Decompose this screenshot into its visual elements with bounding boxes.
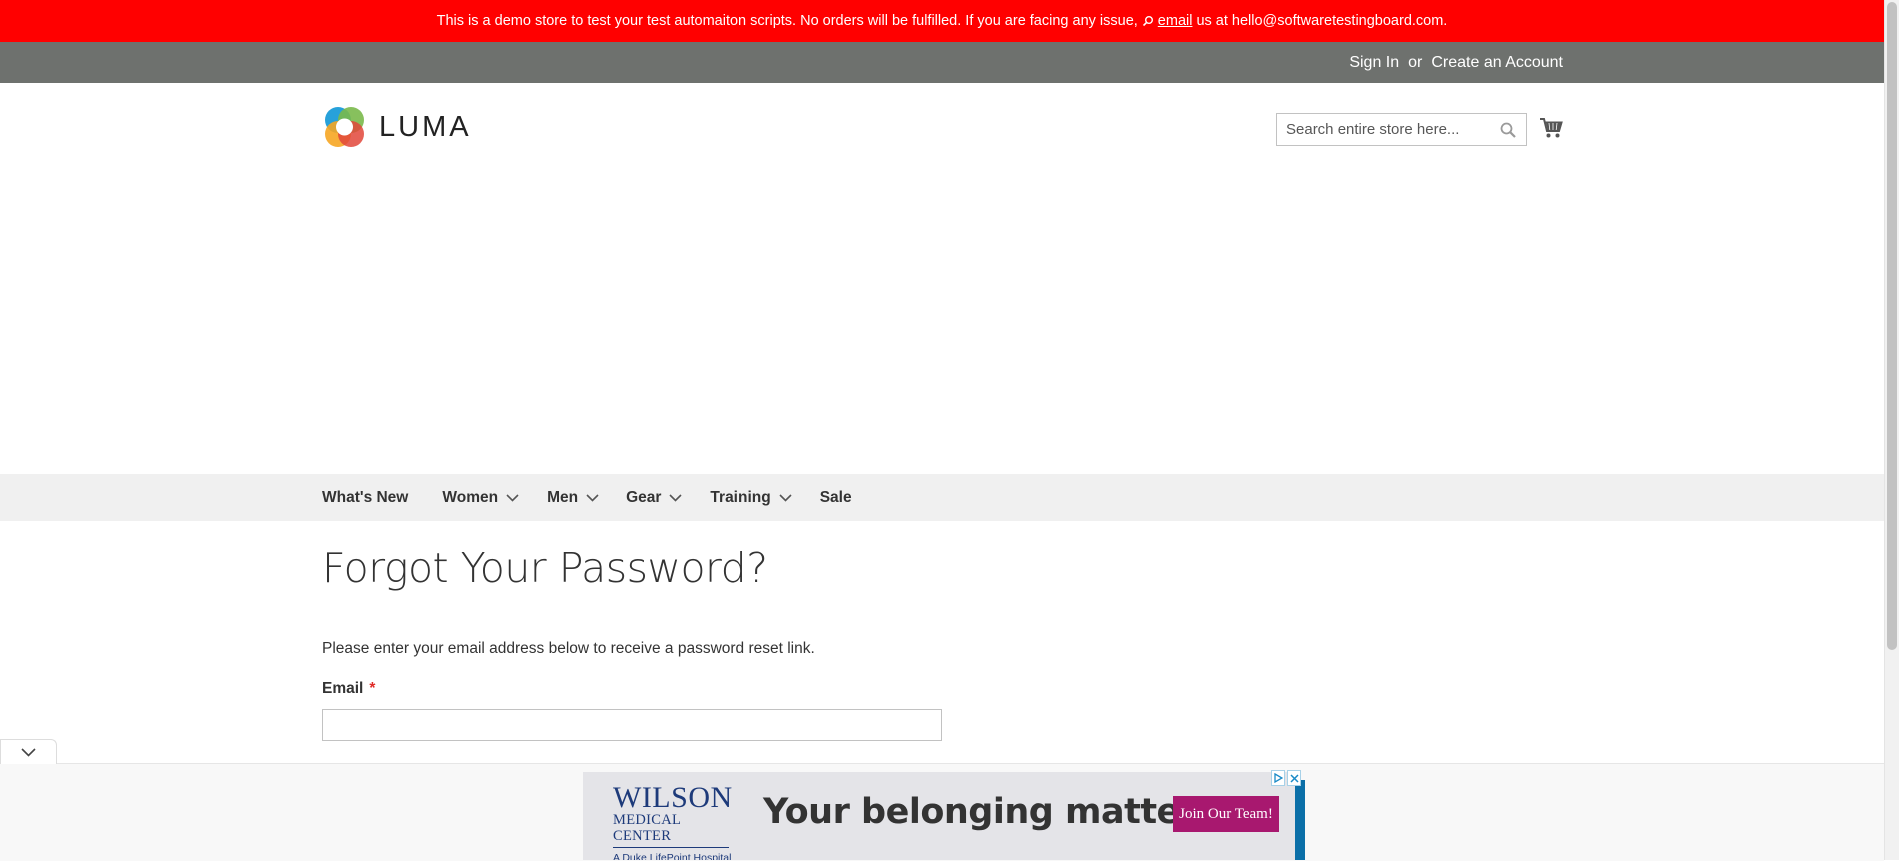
site-logo[interactable]: LUMA	[322, 105, 472, 150]
chevron-down-icon	[669, 493, 682, 502]
cart-icon[interactable]	[1539, 117, 1563, 139]
nav-item-sale[interactable]: Sale	[820, 489, 852, 507]
create-account-link[interactable]: Create an Account	[1431, 54, 1563, 72]
page-description: Please enter your email address below to…	[322, 640, 815, 657]
notice-text-after: us at hello@softwaretestingboard.com.	[1196, 13, 1448, 29]
main-navigation: What's New Women Men Gear Training Sale	[0, 474, 1884, 521]
forgot-password-form: Forgot Your Password? Please enter your …	[322, 540, 942, 741]
ad-choices-icon[interactable]	[1271, 770, 1285, 786]
ad-banner[interactable]: WILSON MEDICAL CENTER A Duke LifePoint H…	[583, 772, 1295, 860]
notice-text-before: This is a demo store to test your test a…	[436, 13, 1138, 29]
luma-logo-icon	[325, 107, 364, 147]
top-links-bar: Sign In or Create an Account	[0, 42, 1884, 83]
nav-item-training[interactable]: Training	[710, 488, 792, 507]
nav-item-men[interactable]: Men	[547, 489, 599, 507]
nav-item-gear[interactable]: Gear	[626, 489, 682, 507]
site-header: LUMA	[0, 83, 1884, 474]
sign-in-link[interactable]: Sign In	[1349, 54, 1399, 72]
ad-cta-button[interactable]: Join Our Team!	[1173, 796, 1279, 832]
ad-brand-line1: WILSON	[613, 781, 733, 814]
logo-wordmark: LUMA	[379, 111, 472, 143]
chevron-down-icon	[21, 748, 36, 757]
chevron-down-icon	[586, 493, 599, 502]
page-scrollbar[interactable]	[1884, 0, 1899, 860]
email-label: Email *	[322, 680, 942, 698]
email-field[interactable]	[322, 709, 942, 741]
ad-brand-line2: MEDICAL CENTER	[613, 812, 681, 844]
top-links-separator: or	[1408, 53, 1423, 71]
nav-label: Sale	[819, 488, 852, 506]
magnifier-icon	[1142, 16, 1153, 27]
email-label-text: Email	[322, 680, 364, 697]
search-box	[1276, 113, 1527, 146]
nav-label: Training	[710, 488, 771, 506]
chevron-down-icon	[506, 493, 519, 502]
ad-brand-line3: A Duke LifePoint Hospital	[613, 852, 732, 860]
search-icon[interactable]	[1500, 122, 1516, 138]
required-mark: *	[369, 680, 376, 697]
nav-label: Women	[442, 488, 499, 506]
ad-headline: Your belonging matters.	[763, 792, 1230, 832]
nav-item-whats-new[interactable]: What's New	[322, 489, 408, 507]
nav-label: What's New	[322, 488, 409, 506]
ad-controls	[1271, 770, 1301, 786]
ad-brand-divider	[613, 847, 729, 848]
demo-notice-bar: This is a demo store to test your test a…	[0, 0, 1884, 42]
notice-email-link[interactable]: email	[1158, 13, 1193, 29]
search-input[interactable]	[1277, 114, 1496, 145]
close-icon[interactable]	[1287, 770, 1301, 786]
ad-brand-logo: WILSON MEDICAL CENTER A Duke LifePoint H…	[613, 781, 733, 860]
chevron-down-icon	[779, 493, 792, 502]
ad-collapse-button[interactable]	[0, 739, 57, 764]
page-title: Forgot Your Password?	[322, 544, 768, 592]
nav-label: Gear	[626, 488, 662, 506]
ad-accent-stripe	[1295, 780, 1305, 860]
scrollbar-thumb[interactable]	[1887, 2, 1897, 650]
nav-label: Men	[547, 488, 579, 506]
nav-item-women[interactable]: Women	[442, 489, 519, 507]
page: This is a demo store to test your test a…	[0, 0, 1884, 861]
